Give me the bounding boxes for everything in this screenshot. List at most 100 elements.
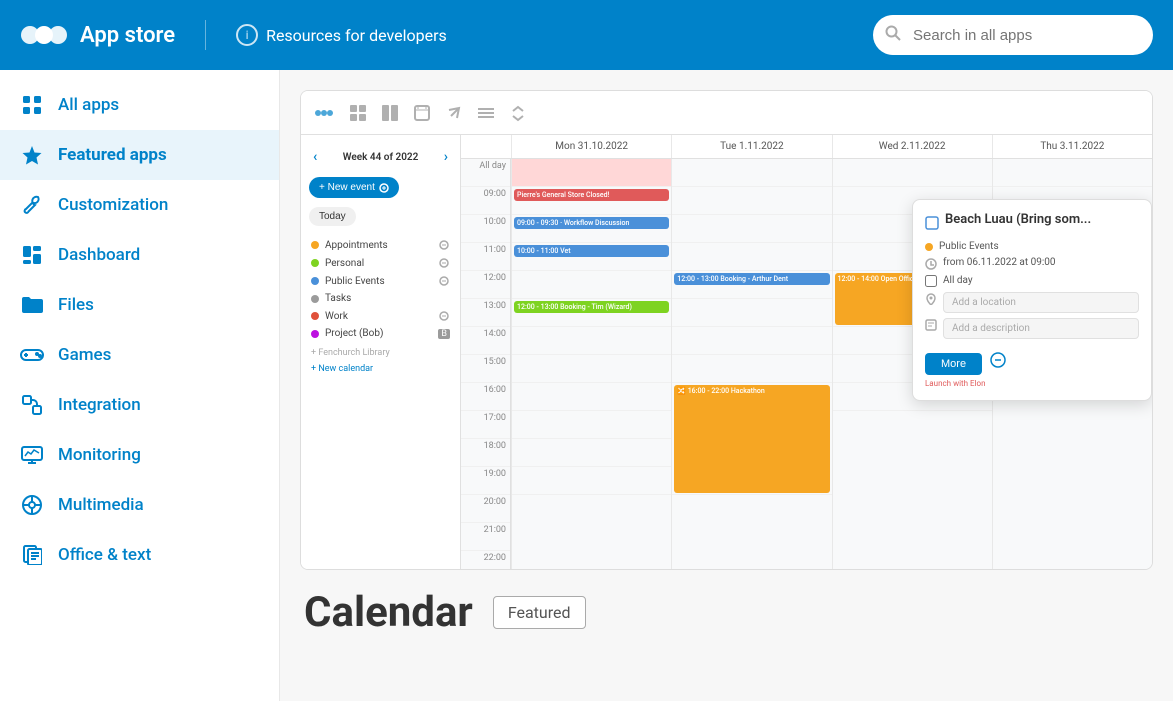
new-calendar-label: + New calendar xyxy=(311,364,373,374)
sidebar-item-customization[interactable]: Customization xyxy=(0,180,279,230)
personal-label: Personal xyxy=(325,258,364,269)
cal-week-nav: ‹ Week 44 of 2022 › xyxy=(309,143,452,171)
cal-header-tue: Tue 1.11.2022 xyxy=(671,135,831,158)
sidebar-item-integration[interactable]: Integration xyxy=(0,380,279,430)
sidebar-label-multimedia: Multimedia xyxy=(58,495,144,515)
time-1000: 10:00 xyxy=(461,215,510,243)
sidebar-item-featured-apps[interactable]: Featured apps xyxy=(0,130,279,180)
featured-badge: Featured xyxy=(493,596,586,629)
main-content: ‹ Week 44 of 2022 › + New event Today xyxy=(280,70,1173,701)
wrench-icon xyxy=(20,193,44,217)
cal-header-mon: Mon 31.10.2022 xyxy=(511,135,671,158)
page-layout: All apps Featured apps Customization xyxy=(0,70,1173,701)
time-1800: 18:00 xyxy=(461,439,510,467)
time-2200: 22:00 xyxy=(461,551,510,569)
popup-datetime: from 06.11.2022 at 09:00 xyxy=(943,257,1056,268)
cal-new-calendar[interactable]: + New calendar xyxy=(311,364,450,374)
cal-category-project: Project (Bob) B xyxy=(309,325,452,342)
search-icon xyxy=(885,25,901,45)
time-0900: 09:00 xyxy=(461,187,510,215)
time-1200: 12:00 xyxy=(461,271,510,299)
time-1100: 11:00 xyxy=(461,243,510,271)
appointments-label: Appointments xyxy=(325,240,388,251)
sidebar-label-games: Games xyxy=(58,345,111,365)
logo[interactable]: App store xyxy=(20,20,175,50)
project-badge: B xyxy=(438,329,450,339)
popup-desc-row: Add a description xyxy=(925,318,1139,339)
project-dot xyxy=(311,330,319,338)
popup-location-field[interactable]: Add a location xyxy=(943,292,1139,313)
cal-header-wed: Wed 2.11.2022 xyxy=(832,135,992,158)
cal-category-personal: Personal xyxy=(309,254,452,272)
popup-title: Beach Luau (Bring som... xyxy=(945,212,1091,227)
cal-next-btn[interactable]: › xyxy=(444,149,448,165)
tasks-dot xyxy=(311,295,319,303)
star-icon xyxy=(20,143,44,167)
project-label: Project (Bob) xyxy=(325,328,383,339)
popup-allday-label: All day xyxy=(943,275,973,286)
work-label: Work xyxy=(325,311,348,322)
cal-header-thu: Thu 3.11.2022 xyxy=(992,135,1152,158)
popup-allday-row: All day xyxy=(925,275,1139,287)
app-screenshot: ‹ Week 44 of 2022 › + New event Today xyxy=(300,90,1153,570)
cal-prev-btn[interactable]: ‹ xyxy=(313,149,317,165)
cal-categories: Appointments Personal Public Events xyxy=(309,236,452,374)
time-1700: 17:00 xyxy=(461,411,510,439)
app-title: Calendar xyxy=(304,588,473,637)
multimedia-icon xyxy=(20,493,44,517)
time-1600: 16:00 xyxy=(461,383,510,411)
event-hackathon[interactable]: 🔀 16:00 - 22:00 Hackathon xyxy=(674,385,829,493)
event-vet[interactable]: 10:00 - 11:00 Vet xyxy=(514,245,669,257)
cal-col-tue: 12:00 - 13:00 Booking - Arthur Dent 🔀 16… xyxy=(671,159,831,569)
resources-link[interactable]: i Resources for developers xyxy=(236,24,447,46)
cal-time-header xyxy=(461,135,511,158)
search-input[interactable] xyxy=(873,15,1153,55)
popup-category-row: Public Events xyxy=(925,241,1139,252)
cal-header-row: Mon 31.10.2022 Tue 1.11.2022 Wed 2.11.20… xyxy=(461,135,1152,159)
cal-category-appointments: Appointments xyxy=(309,236,452,254)
sidebar-label-integration: Integration xyxy=(58,395,141,415)
sidebar-item-office-text[interactable]: Office & text xyxy=(0,530,279,580)
grid-icon xyxy=(20,93,44,117)
sidebar-item-all-apps[interactable]: All apps xyxy=(0,80,279,130)
cal-content: All day 09:00 10:00 11:00 12:00 13:00 14… xyxy=(461,159,1152,569)
app-store-title: App store xyxy=(80,23,175,48)
time-2100: 21:00 xyxy=(461,523,510,551)
sidebar: All apps Featured apps Customization xyxy=(0,70,280,701)
resources-icon: i xyxy=(236,24,258,46)
time-1400: 14:00 xyxy=(461,327,510,355)
cal-add-calendar[interactable]: + Fenchurch Library xyxy=(311,348,450,358)
time-1900: 19:00 xyxy=(461,467,510,495)
sidebar-item-games[interactable]: Games xyxy=(0,330,279,380)
popup-allday-checkbox[interactable] xyxy=(925,275,937,287)
popup-bottom-label: Launch with Elon xyxy=(925,379,1139,388)
event-pierres[interactable]: Pierre's General Store Closed! xyxy=(514,189,669,201)
calendar-body: ‹ Week 44 of 2022 › + New event Today xyxy=(301,135,1152,569)
popup-more-btn[interactable]: More xyxy=(925,353,982,375)
sidebar-label-customization: Customization xyxy=(58,195,168,215)
event-booking-arthur[interactable]: 12:00 - 13:00 Booking - Arthur Dent xyxy=(674,273,829,285)
cal-category-public-events: Public Events xyxy=(309,272,452,290)
popup-category: Public Events xyxy=(939,241,999,252)
cal-today-btn[interactable]: Today xyxy=(309,207,356,226)
event-booking-tim[interactable]: 12:00 - 13:00 Booking - Tim (Wizard) xyxy=(514,301,669,313)
nextcloud-logo xyxy=(20,20,68,50)
sidebar-item-monitoring[interactable]: Monitoring xyxy=(0,430,279,480)
event-workflow[interactable]: 09:00 - 09:30 · Workflow Discussion xyxy=(514,217,669,229)
sidebar-item-files[interactable]: Files xyxy=(0,280,279,330)
cal-week-label: Week 44 of 2022 xyxy=(343,152,419,163)
cal-new-event-btn[interactable]: + New event xyxy=(309,177,399,198)
app-info: Calendar Featured xyxy=(300,588,1153,637)
cal-col-thu: 10:00 - 11:00 Meeting with Alice and b..… xyxy=(992,159,1152,569)
calendar-grid: Mon 31.10.2022 Tue 1.11.2022 Wed 2.11.20… xyxy=(461,135,1152,569)
sidebar-item-multimedia[interactable]: Multimedia xyxy=(0,480,279,530)
header: App store i Resources for developers xyxy=(0,0,1173,70)
calendar-topbar xyxy=(301,91,1152,135)
cal-event-popup: Beach Luau (Bring som... Public Events f… xyxy=(912,199,1152,401)
time-2000: 20:00 xyxy=(461,495,510,523)
popup-desc-field[interactable]: Add a description xyxy=(943,318,1139,339)
cal-time-col: All day 09:00 10:00 11:00 12:00 13:00 14… xyxy=(461,159,511,569)
sidebar-item-dashboard[interactable]: Dashboard xyxy=(0,230,279,280)
header-divider xyxy=(205,20,206,50)
calendar-preview: ‹ Week 44 of 2022 › + New event Today xyxy=(301,91,1152,569)
